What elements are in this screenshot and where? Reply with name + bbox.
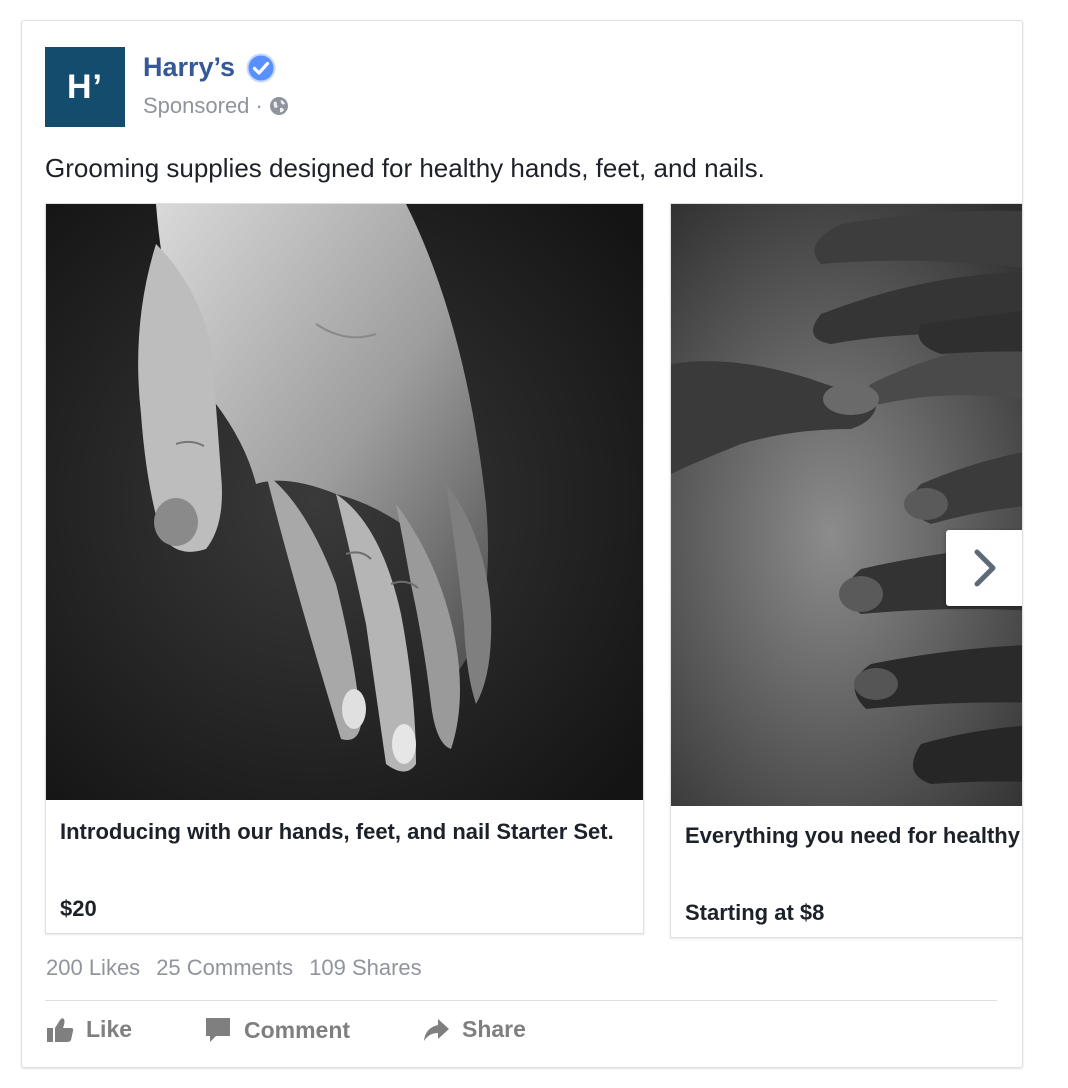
shares-count[interactable]: 109 Shares bbox=[309, 955, 422, 981]
page-name-link[interactable]: Harry’s bbox=[143, 52, 235, 83]
verified-badge-icon bbox=[246, 53, 276, 83]
post-message: Grooming supplies designed for healthy h… bbox=[45, 153, 765, 183]
share-arrow-icon bbox=[424, 1018, 449, 1041]
comment-button[interactable]: Comment bbox=[204, 1016, 350, 1044]
sponsored-post: H’ Harry’s Sponsored · Grooming supplies… bbox=[21, 20, 1023, 1068]
carousel-card-1[interactable]: Introducing with our hands, feet, and na… bbox=[45, 203, 644, 934]
globe-icon bbox=[269, 97, 288, 115]
share-label: Share bbox=[462, 1016, 526, 1042]
chevron-right-icon bbox=[974, 549, 996, 587]
card-price: Starting at $8 bbox=[685, 900, 825, 925]
share-button[interactable]: Share bbox=[422, 1016, 526, 1043]
card-title[interactable]: Everything you need for healthy nail bed… bbox=[685, 822, 1022, 850]
avatar-logo-text: H’ bbox=[67, 67, 103, 106]
comments-count[interactable]: 25 Comments bbox=[156, 955, 293, 981]
thumbs-up-icon bbox=[47, 1017, 74, 1042]
comment-bubble-icon bbox=[206, 1018, 230, 1042]
actions-divider bbox=[45, 1000, 997, 1001]
page-avatar[interactable]: H’ bbox=[45, 47, 125, 127]
hands-photo[interactable] bbox=[671, 204, 1022, 806]
hand-photo[interactable] bbox=[46, 204, 643, 800]
like-button[interactable]: Like bbox=[46, 1016, 132, 1043]
comment-label: Comment bbox=[244, 1016, 351, 1043]
like-label: Like bbox=[86, 1016, 133, 1042]
engagement-stats: 200 Likes 25 Comments 109 Shares bbox=[46, 955, 422, 981]
sponsored-label[interactable]: Sponsored · bbox=[143, 93, 263, 119]
card-price: $20 bbox=[60, 896, 97, 921]
likes-count[interactable]: 200 Likes bbox=[46, 955, 140, 981]
sponsored-line: Sponsored · bbox=[143, 93, 289, 119]
card-title[interactable]: Introducing with our hands, feet, and na… bbox=[60, 818, 630, 846]
carousel-next-button[interactable] bbox=[946, 530, 1022, 606]
